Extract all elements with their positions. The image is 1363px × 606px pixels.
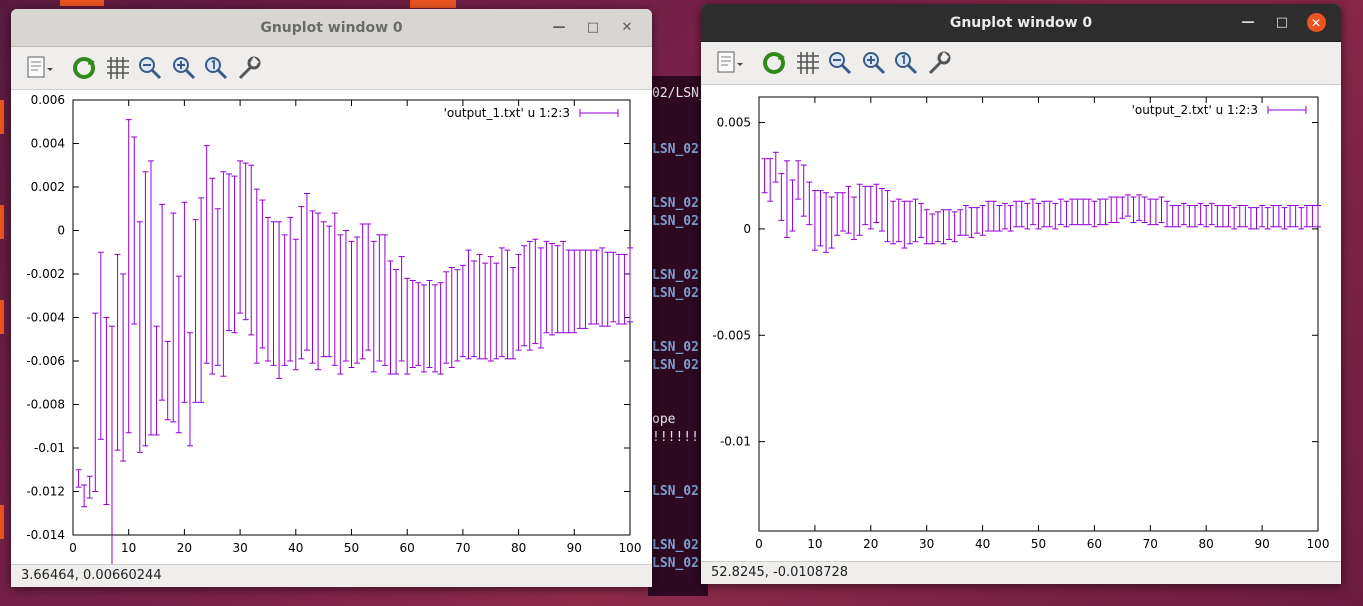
window-title: Gnuplot window 0 bbox=[949, 14, 1093, 31]
y-tick-label: -0.01 bbox=[720, 435, 751, 449]
export-icon[interactable] bbox=[23, 53, 53, 83]
desktop-accent bbox=[0, 505, 4, 539]
zoom-in-icon[interactable] bbox=[859, 48, 889, 78]
titlebar[interactable]: Gnuplot window 0 — □ ✕ bbox=[701, 4, 1341, 42]
y-tick-label: -0.014 bbox=[26, 528, 65, 542]
close-button[interactable]: ✕ bbox=[1299, 11, 1333, 35]
x-tick-label: 100 bbox=[1307, 537, 1330, 551]
grid-icon[interactable] bbox=[793, 48, 823, 78]
x-tick-label: 30 bbox=[232, 541, 247, 555]
x-tick-label: 90 bbox=[567, 541, 582, 555]
x-tick-label: 50 bbox=[1031, 537, 1046, 551]
terminal-line: LSN_02 bbox=[652, 340, 699, 355]
x-tick-label: 80 bbox=[511, 541, 526, 555]
terminal-line: LSN_02 bbox=[652, 142, 699, 157]
y-tick-label: -0.006 bbox=[26, 354, 65, 368]
plot-area[interactable]: 0 10 20 30 40 50 60 70 80 90 100 -0.01 -0.005 0 0.005 '… bbox=[701, 85, 1341, 562]
plot-border bbox=[758, 96, 1319, 532]
desktop-accent bbox=[60, 0, 104, 6]
zoom-out-icon[interactable] bbox=[135, 53, 165, 83]
x-tick-label: 30 bbox=[919, 537, 934, 551]
x-tick-label: 70 bbox=[455, 541, 470, 555]
zoom-reset-icon[interactable] bbox=[201, 53, 231, 83]
x-tick-label: 10 bbox=[807, 537, 822, 551]
terminal-line: LSN_02 bbox=[652, 358, 699, 373]
x-tick-label: 60 bbox=[400, 541, 415, 555]
terminal-line: !!!!!! bbox=[652, 430, 699, 445]
terminal-line: LSN_02 bbox=[652, 196, 699, 211]
x-tick-label: 90 bbox=[1254, 537, 1269, 551]
x-tick-label: 20 bbox=[863, 537, 878, 551]
x-tick-label: 40 bbox=[288, 541, 303, 555]
x-tick-label: 10 bbox=[121, 541, 136, 555]
y-tick-label: 0.002 bbox=[31, 180, 65, 194]
y-tick-label: -0.002 bbox=[26, 267, 65, 281]
replot-icon[interactable] bbox=[759, 48, 789, 78]
y-tick-label: -0.005 bbox=[712, 328, 751, 342]
zoom-out-icon[interactable] bbox=[825, 48, 855, 78]
close-button[interactable]: ✕ bbox=[610, 16, 644, 40]
minimize-button[interactable]: — bbox=[1231, 11, 1265, 35]
x-tick-label: 0 bbox=[69, 541, 77, 555]
zoom-in-icon[interactable] bbox=[169, 53, 199, 83]
maximize-button[interactable]: □ bbox=[1265, 11, 1299, 35]
legend-label: 'output_1.txt' u 1:2:3 bbox=[444, 106, 570, 120]
y-tick-label: -0.012 bbox=[26, 485, 65, 499]
replot-icon[interactable] bbox=[69, 53, 99, 83]
x-tick-label: 100 bbox=[619, 541, 642, 555]
y-tick-label: -0.004 bbox=[26, 311, 65, 325]
window-title: Gnuplot window 0 bbox=[260, 19, 403, 36]
x-tick-label: 0 bbox=[755, 537, 763, 551]
terminal-line: LSN_02 bbox=[652, 556, 699, 571]
terminal-line: LSN_02 bbox=[652, 538, 699, 553]
plot-area[interactable]: 0 10 20 30 40 50 60 70 80 90 100 -0.014 -0.012 -0.01 -… bbox=[11, 90, 652, 566]
grid-icon[interactable] bbox=[103, 53, 133, 83]
terminal-line: ope bbox=[652, 412, 676, 427]
x-tick-label: 20 bbox=[177, 541, 192, 555]
maximize-button[interactable]: □ bbox=[576, 16, 610, 40]
minimize-button[interactable]: — bbox=[542, 16, 576, 40]
y-tick-label: -0.01 bbox=[34, 441, 65, 455]
cursor-coordinates: 52.8245, -0.0108728 bbox=[711, 565, 849, 580]
gnuplot-window-2[interactable]: Gnuplot window 0 — □ ✕ 0 10 20 30 40 50 60 70 80… bbox=[701, 4, 1341, 584]
config-icon[interactable] bbox=[923, 48, 953, 78]
status-bar: 3.66464, 0.00660244 bbox=[11, 564, 652, 587]
x-tick-label: 50 bbox=[344, 541, 359, 555]
legend-label: 'output_2.txt' u 1:2:3 bbox=[1132, 103, 1258, 117]
errorbar-chart: 0 10 20 30 40 50 60 70 80 90 100 -0.01 -0.005 0 0.005 '… bbox=[712, 96, 1330, 551]
gnuplot-window-1[interactable]: Gnuplot window 0 — □ ✕ 0 10 20 30 40 50 60 70 80… bbox=[11, 9, 652, 587]
terminal-line: LSN_02 bbox=[652, 268, 699, 283]
x-tick-label: 70 bbox=[1143, 537, 1158, 551]
x-tick-label: 40 bbox=[975, 537, 990, 551]
zoom-reset-icon[interactable] bbox=[891, 48, 921, 78]
toolbar bbox=[11, 47, 652, 90]
y-tick-label: 0.004 bbox=[31, 137, 65, 151]
errorbar-series bbox=[75, 119, 633, 566]
errorbar-series bbox=[761, 151, 1321, 253]
x-tick-label: 60 bbox=[1087, 537, 1102, 551]
y-tick-label: 0.006 bbox=[31, 93, 65, 107]
desktop-accent bbox=[0, 205, 4, 239]
y-tick-label: 0 bbox=[57, 224, 65, 238]
titlebar[interactable]: Gnuplot window 0 — □ ✕ bbox=[11, 9, 652, 47]
terminal-line: 02/LSN_ bbox=[652, 86, 707, 101]
desktop-accent bbox=[0, 300, 4, 334]
desktop-accent bbox=[410, 0, 456, 8]
x-tick-label: 80 bbox=[1199, 537, 1214, 551]
y-tick-label: 0.005 bbox=[717, 116, 751, 130]
toolbar bbox=[701, 42, 1341, 85]
y-tick-label: 0 bbox=[743, 222, 751, 236]
desktop-accent bbox=[0, 100, 4, 134]
background-terminal[interactable]: 02/LSN_ LSN_02 LSN_02 LSN_02 LSN_02 LSN_02 LSN… bbox=[648, 76, 708, 596]
errorbar-chart: 0 10 20 30 40 50 60 70 80 90 100 -0.014 -0.012 -0.01 -… bbox=[26, 93, 642, 566]
terminal-line: LSN_02 bbox=[652, 214, 699, 229]
terminal-line: LSN_02 bbox=[652, 484, 699, 499]
terminal-line: LSN_02 bbox=[652, 286, 699, 301]
config-icon[interactable] bbox=[233, 53, 263, 83]
export-icon[interactable] bbox=[713, 48, 743, 78]
cursor-coordinates: 3.66464, 0.00660244 bbox=[21, 568, 162, 583]
status-bar: 52.8245, -0.0108728 bbox=[701, 561, 1341, 584]
y-tick-label: -0.008 bbox=[26, 398, 65, 412]
